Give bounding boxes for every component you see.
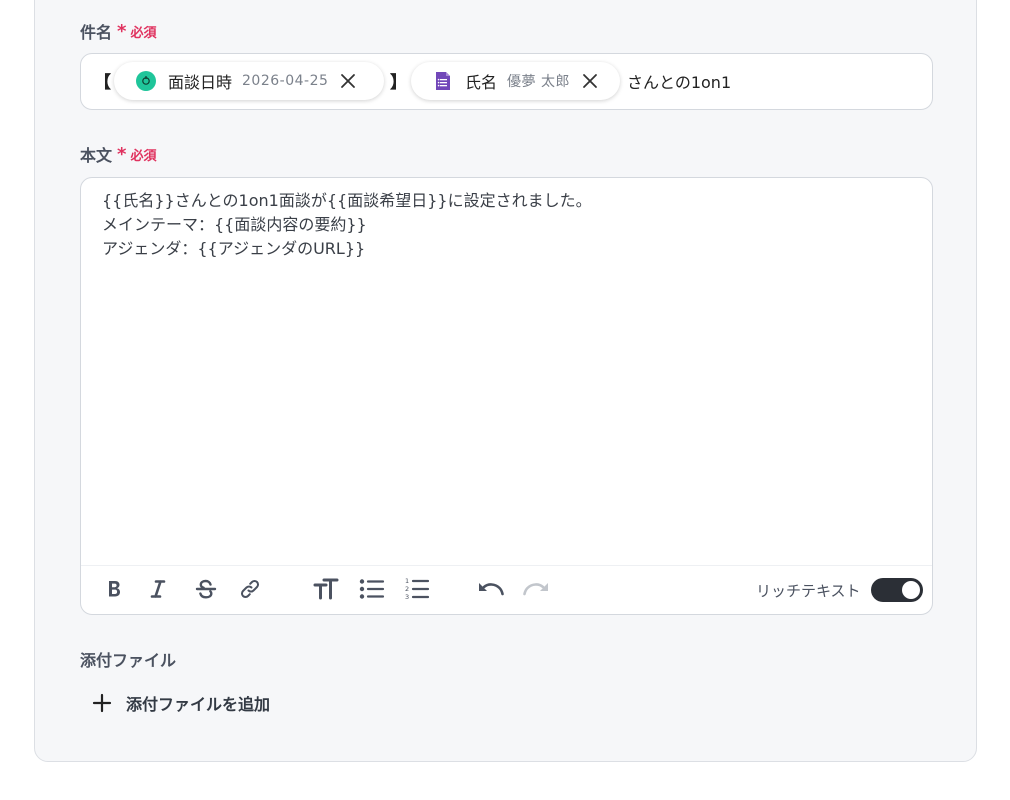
- text-size-icon[interactable]: [312, 576, 340, 602]
- editor-toolbar: 1 2 3 リッチテキスト: [81, 565, 932, 615]
- strikethrough-icon[interactable]: [192, 576, 220, 602]
- chip-value: 2026-04-25: [242, 73, 329, 89]
- bullet-list-icon[interactable]: [358, 576, 386, 602]
- body-editor[interactable]: {{氏名}}さんとの1on1面談が{{面談希望日}}に設定されました。 メインテ…: [80, 177, 933, 615]
- toggle-knob: [902, 581, 920, 599]
- open-bracket: 【: [94, 73, 111, 93]
- variable-chip-name[interactable]: 氏名 優夢 太郎: [411, 62, 620, 100]
- link-icon[interactable]: [236, 576, 264, 602]
- italic-icon[interactable]: [144, 576, 172, 602]
- add-attachment-label: 添付ファイルを追加: [126, 695, 271, 714]
- app-green-icon: [136, 71, 156, 91]
- svg-text:3: 3: [405, 593, 409, 601]
- rich-text-label: リッチテキスト: [756, 582, 861, 600]
- attachments-label-text: 添付ファイル: [80, 651, 177, 670]
- google-forms-icon: [433, 71, 453, 91]
- body-line: メインテーマ：{{面談内容の要約}}: [102, 215, 367, 234]
- required-asterisk: *: [117, 20, 127, 42]
- svg-text:1: 1: [405, 577, 409, 585]
- subject-label-text: 件名: [80, 23, 113, 42]
- rich-text-toggle[interactable]: [871, 578, 923, 602]
- close-bracket: 】: [390, 73, 407, 93]
- undo-icon[interactable]: [477, 576, 505, 602]
- body-line: {{氏名}}さんとの1on1面談が{{面談希望日}}に設定されました。: [102, 191, 592, 210]
- variable-chip-interview-datetime[interactable]: 面談日時 2026-04-25: [114, 62, 384, 100]
- required-badge: 必須: [130, 148, 157, 164]
- chip-label: 面談日時: [168, 73, 233, 92]
- close-icon[interactable]: [338, 71, 358, 91]
- body-line: アジェンダ：{{アジェンダのURL}}: [102, 239, 366, 258]
- numbered-list-icon[interactable]: 1 2 3: [403, 576, 431, 602]
- subject-field[interactable]: 【 面談日時 2026-04-25 】 氏名 優夢 太郎 さんとの1on1: [80, 53, 933, 110]
- chip-label: 氏名: [465, 73, 498, 92]
- required-badge: 必須: [130, 25, 157, 41]
- subject-label: 件名 * 必須: [80, 19, 156, 43]
- bold-icon[interactable]: [100, 576, 128, 602]
- body-label-text: 本文: [80, 146, 113, 165]
- plus-icon: [92, 693, 112, 713]
- attachments-label: 添付ファイル: [80, 647, 176, 671]
- body-label: 本文 * 必須: [80, 142, 156, 166]
- close-icon[interactable]: [580, 71, 600, 91]
- add-attachment-button[interactable]: 添付ファイルを追加: [92, 691, 270, 715]
- redo-icon[interactable]: [522, 576, 550, 602]
- body-text[interactable]: {{氏名}}さんとの1on1面談が{{面談希望日}}に設定されました。 メインテ…: [102, 189, 592, 261]
- svg-text:2: 2: [405, 585, 409, 593]
- chip-value: 優夢 太郎: [507, 74, 570, 90]
- required-asterisk: *: [117, 143, 127, 165]
- subject-text[interactable]: さんとの1on1: [627, 69, 731, 93]
